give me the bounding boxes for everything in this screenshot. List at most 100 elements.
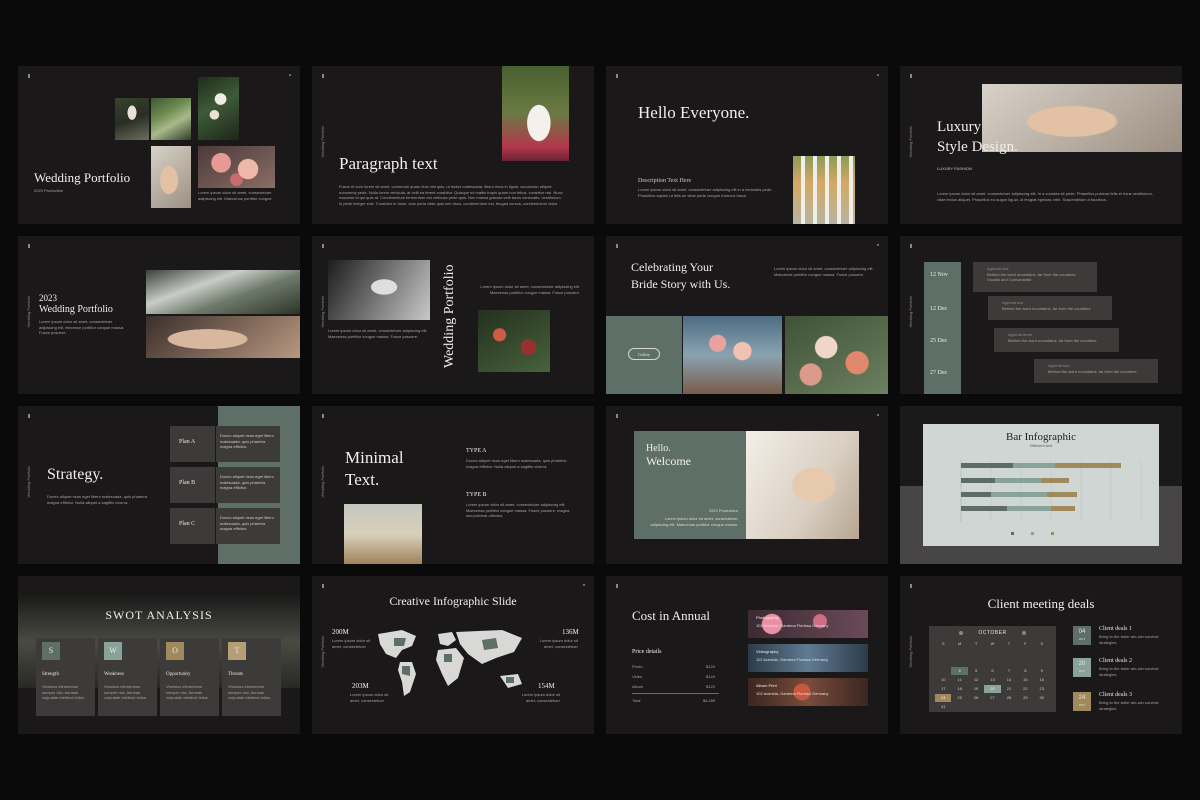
- slide-hello-welcome[interactable]: Hello. Welcome 2023 Production Lorem ips…: [606, 406, 888, 564]
- type-b-text: Lorem ipsum dolor sit amet, consectetuer…: [466, 502, 570, 518]
- slide-marker: [322, 74, 324, 78]
- slide-paragraph-text[interactable]: Wedding Portfolio Paragraph text Fusce e…: [312, 66, 594, 224]
- calendar-grid: S M T W T F S 4 5 6 7 8 9 10 11 12 13 14 15 16 17 18 19 20 21 22 2…: [935, 640, 1050, 711]
- calendar-day[interactable]: 9: [1034, 667, 1050, 675]
- gallery-button[interactable]: Gallery: [628, 348, 660, 360]
- slide-client-meeting[interactable]: Wedding Portfolio Client meeting deals O…: [900, 576, 1182, 734]
- calendar-day[interactable]: 7: [1001, 667, 1017, 675]
- slide-bar-infographic[interactable]: Bar Infographic Different text: [900, 406, 1182, 564]
- calendar-day[interactable]: 8: [1017, 667, 1033, 675]
- agenda-card[interactable]: Agenda four Behind the word mountains, f…: [1034, 359, 1158, 383]
- plan-label: Plan A: [170, 426, 215, 462]
- calendar-day[interactable]: 31: [935, 703, 951, 711]
- slide-portfolio-2023[interactable]: Wedding Portfolio 2023 Wedding Portfolio…: [18, 236, 300, 394]
- agenda-card[interactable]: Agenda one Behind the word mountains, fa…: [973, 262, 1097, 292]
- photo-ring-palm: [746, 431, 859, 539]
- slide-marker: [28, 74, 30, 78]
- deal-date-badge: 24 OCT: [1073, 692, 1091, 711]
- stat-value: 203M: [352, 682, 369, 690]
- slide-dot: [877, 414, 879, 416]
- swot-card[interactable]: S Strength Vivamus elementum semper nisi…: [36, 638, 95, 716]
- calendar-day[interactable]: 14: [1001, 676, 1017, 684]
- deal-item[interactable]: 24 OCT Client deals 3 Bring to the table…: [1073, 692, 1173, 714]
- slide-marker: [910, 244, 912, 248]
- calendar-day[interactable]: 10: [935, 676, 951, 684]
- calendar-day[interactable]: 29: [1017, 694, 1033, 702]
- calendar-day[interactable]: 23: [1034, 685, 1050, 693]
- agenda-card[interactable]: Agenda three Behind the word mountains, …: [994, 328, 1119, 352]
- slide-wedding-portfolio[interactable]: Wedding Portfolio 2023 Production Lorem …: [18, 66, 300, 224]
- calendar-day[interactable]: 12: [968, 676, 984, 684]
- service-name: Photography: [756, 615, 779, 620]
- side-label: Wedding Portfolio: [26, 296, 31, 328]
- type-a-label: TYPE A: [466, 448, 487, 454]
- slide-body: Donec aliquet risus eget libero malesuad…: [47, 494, 148, 505]
- calendar-day[interactable]: 30: [1034, 694, 1050, 702]
- calendar-day[interactable]: 16: [1034, 676, 1050, 684]
- slide-dot: [583, 584, 585, 586]
- side-label: Wedding Portfolio: [320, 126, 325, 158]
- swot-card[interactable]: W Weakness Vivamus elementum semper nisi…: [98, 638, 157, 716]
- deal-item[interactable]: 20 OCT Client deals 2 Bring to the table…: [1073, 658, 1173, 680]
- calendar-day[interactable]: 18: [951, 685, 967, 693]
- calendar-next-icon[interactable]: [1022, 631, 1026, 635]
- calendar-day[interactable]: 15: [1017, 676, 1033, 684]
- calendar-day[interactable]: 26: [968, 694, 984, 702]
- deal-item[interactable]: 04 OCT Client deals 1 Bring to the table…: [1073, 626, 1173, 648]
- desc-title: Description Text Here: [638, 178, 692, 184]
- timeline-date: 12 Dec: [930, 306, 948, 312]
- swot-text: Vivamus elementum semper nisi. Aenean vu…: [166, 684, 209, 700]
- calendar-day[interactable]: 22: [1017, 685, 1033, 693]
- stat-text: Lorem ipsum dolor sit amet, consectetuer: [332, 638, 371, 649]
- calendar-day[interactable]: 17: [935, 685, 951, 693]
- slide-hello-everyone[interactable]: Hello Everyone. Description Text Here Lo…: [606, 66, 888, 224]
- calendar-day[interactable]: 20: [984, 685, 1001, 693]
- bar-row-2: [961, 492, 1077, 497]
- photo-bridesmaids: [683, 316, 782, 394]
- slide-cost-annual[interactable]: Cost in Annual Price details Photo $124 …: [606, 576, 888, 734]
- calendar-day[interactable]: 5: [968, 667, 984, 675]
- chart-card: Bar Infographic Different text: [923, 424, 1159, 546]
- calendar-day[interactable]: 13: [984, 676, 1000, 684]
- swot-card[interactable]: T Threats Vivamus elementum semper nisi.…: [222, 638, 281, 716]
- slide-minimal-text[interactable]: Wedding Portfolio Minimal Text. TYPE A D…: [312, 406, 594, 564]
- slide-bride-story[interactable]: Celebrating Your Bride Story with Us. Lo…: [606, 236, 888, 394]
- service-card[interactable]: Photography 102 Avenida, Gardena Floriss…: [748, 610, 868, 638]
- plan-card[interactable]: Plan B Donec aliquet risus eget libero m…: [170, 467, 280, 503]
- world-map: [378, 630, 522, 696]
- calendar-day[interactable]: 11: [951, 676, 967, 684]
- slide-subtitle: LUXURY FASHION: [937, 166, 972, 171]
- calendar-day[interactable]: 19: [968, 685, 984, 693]
- price-value: $124: [706, 684, 715, 689]
- slide-luxury-style[interactable]: Wedding Portfolio Luxury Style Design. L…: [900, 66, 1182, 224]
- calendar-day[interactable]: 6: [984, 667, 1000, 675]
- calendar-day[interactable]: 27: [984, 694, 1000, 702]
- service-card[interactable]: Album Print 102 Avenida, Gardena Floriss…: [748, 678, 868, 706]
- swot-label: Threats: [228, 672, 243, 677]
- slide-body: Lorem ipsum dolor sit amet, consectetuer…: [937, 191, 1153, 202]
- calendar-day[interactable]: 25: [951, 694, 967, 702]
- calendar-day[interactable]: 21: [1001, 685, 1017, 693]
- slide-portfolio-vertical[interactable]: Wedding Portfolio Lorem ipsum dolor sit …: [312, 236, 594, 394]
- service-card[interactable]: Videography 112 Avenida, Gardena Floriss…: [748, 644, 868, 672]
- slide-creative-infographic[interactable]: Wedding Portfolio Creative Infographic S…: [312, 576, 594, 734]
- slide-swot-analysis[interactable]: SWOT ANALYSIS S Strength Vivamus element…: [18, 576, 300, 734]
- calendar-day[interactable]: 4: [951, 667, 968, 675]
- agenda-card[interactable]: Agenda two Behind the word mountains, fa…: [988, 296, 1112, 320]
- plan-card[interactable]: Plan A Donec aliquet risus eget libero m…: [170, 426, 280, 462]
- slide-marker: [616, 584, 618, 588]
- slide-title: Wedding Portfolio: [39, 304, 113, 315]
- deal-month: OCT: [1078, 669, 1086, 673]
- swot-letter: T: [228, 642, 246, 660]
- plan-card[interactable]: Plan C Donec aliquet risus eget libero m…: [170, 508, 280, 544]
- calendar-day[interactable]: 24: [935, 694, 952, 702]
- slide-marker: [910, 74, 912, 78]
- slide-body: Lorem ipsum dolor sit amet, consectetuer…: [198, 190, 272, 201]
- swot-card[interactable]: O Opportunity Vivamus elementum semper n…: [160, 638, 219, 716]
- slide-title-line1: Hello.: [646, 443, 671, 454]
- chart-subtitle: Different text: [1029, 443, 1053, 448]
- slide-strategy[interactable]: Wedding Portfolio Strategy. Donec alique…: [18, 406, 300, 564]
- deal-month: OCT: [1078, 703, 1086, 707]
- slide-agenda-timeline[interactable]: Wedding Portfolio 12 Nov 12 Dec 25 Dec 2…: [900, 236, 1182, 394]
- calendar-day[interactable]: 28: [1001, 694, 1017, 702]
